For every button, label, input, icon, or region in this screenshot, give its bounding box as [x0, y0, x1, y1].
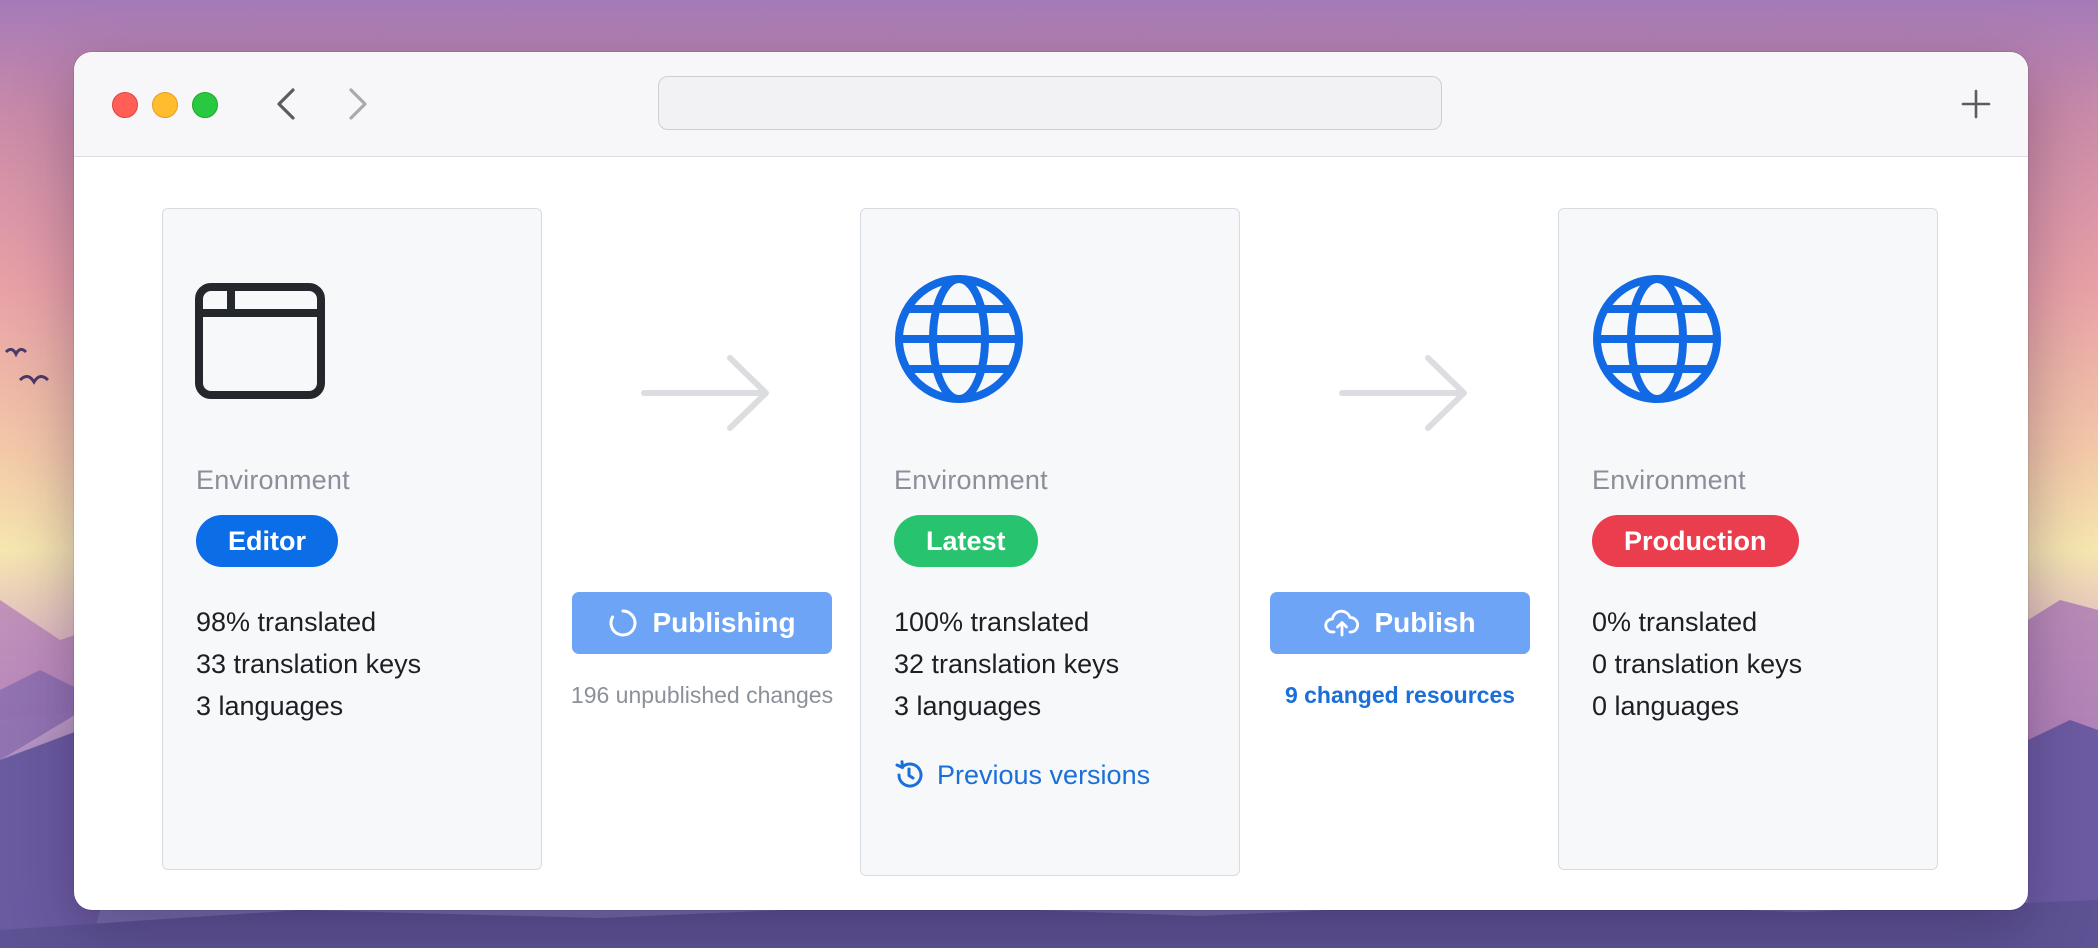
environment-stats: 0% translated 0 translation keys 0 langu…: [1592, 601, 1802, 727]
minimize-window-button[interactable]: [152, 92, 178, 118]
translated-percent: 0% translated: [1592, 607, 1758, 637]
close-window-button[interactable]: [112, 92, 138, 118]
unpublished-changes-note: 196 unpublished changes: [570, 682, 834, 708]
publish-button-label: Publish: [1374, 607, 1476, 638]
environment-badge-latest: Latest: [894, 515, 1038, 567]
translated-percent: 98% translated: [196, 607, 377, 637]
environment-badge-production: Production: [1592, 515, 1799, 567]
translation-keys-count: 0 translation keys: [1592, 649, 1803, 679]
environment-label: Environment: [196, 465, 350, 495]
publishing-button-label: Publishing: [652, 607, 796, 638]
chevron-right-icon: [349, 88, 367, 120]
globe-icon: [895, 275, 1023, 403]
environment-card-latest: Environment Latest 100% translated 32 tr…: [860, 208, 1240, 876]
previous-versions-link[interactable]: Previous versions: [893, 759, 1150, 791]
environment-stats: 100% translated 32 translation keys 3 la…: [894, 601, 1119, 727]
environment-badge-editor: Editor: [196, 515, 338, 567]
languages-count: 3 languages: [196, 691, 344, 721]
history-icon: [895, 760, 923, 788]
browser-window-icon: [195, 283, 325, 399]
globe-icon: [1593, 275, 1721, 403]
browser-window: Environment Editor 98% translated 33 tra…: [74, 52, 2028, 910]
arrow-right-icon: [641, 355, 769, 431]
environment-label: Environment: [1592, 465, 1746, 495]
translated-percent: 100% translated: [894, 607, 1090, 637]
back-button[interactable]: [266, 84, 306, 124]
translation-keys-count: 32 translation keys: [894, 649, 1120, 679]
changed-resources-link[interactable]: 9 changed resources: [1240, 682, 1560, 709]
environment-card-production: Environment Production 0% translated 0 t…: [1558, 208, 1938, 870]
new-tab-button[interactable]: [1956, 84, 1996, 124]
spinner-icon: [609, 609, 637, 637]
environment-label: Environment: [894, 465, 1048, 495]
plus-icon: [1961, 89, 1991, 119]
browser-titlebar: [74, 52, 2028, 157]
chevron-left-icon: [277, 88, 295, 120]
address-bar[interactable]: [658, 76, 1442, 130]
languages-count: 3 languages: [894, 691, 1042, 721]
cloud-upload-icon: [1324, 609, 1360, 637]
publish-button[interactable]: Publish: [1270, 592, 1530, 654]
maximize-window-button[interactable]: [192, 92, 218, 118]
translation-keys-count: 33 translation keys: [196, 649, 422, 679]
languages-count: 0 languages: [1592, 691, 1740, 721]
previous-versions-label: Previous versions: [937, 759, 1151, 790]
environment-stats: 98% translated 33 translation keys 3 lan…: [196, 601, 421, 727]
publishing-button[interactable]: Publishing: [572, 592, 832, 654]
environment-card-editor: Environment Editor 98% translated 33 tra…: [162, 208, 542, 870]
arrow-right-icon: [1339, 355, 1467, 431]
forward-button[interactable]: [338, 84, 378, 124]
